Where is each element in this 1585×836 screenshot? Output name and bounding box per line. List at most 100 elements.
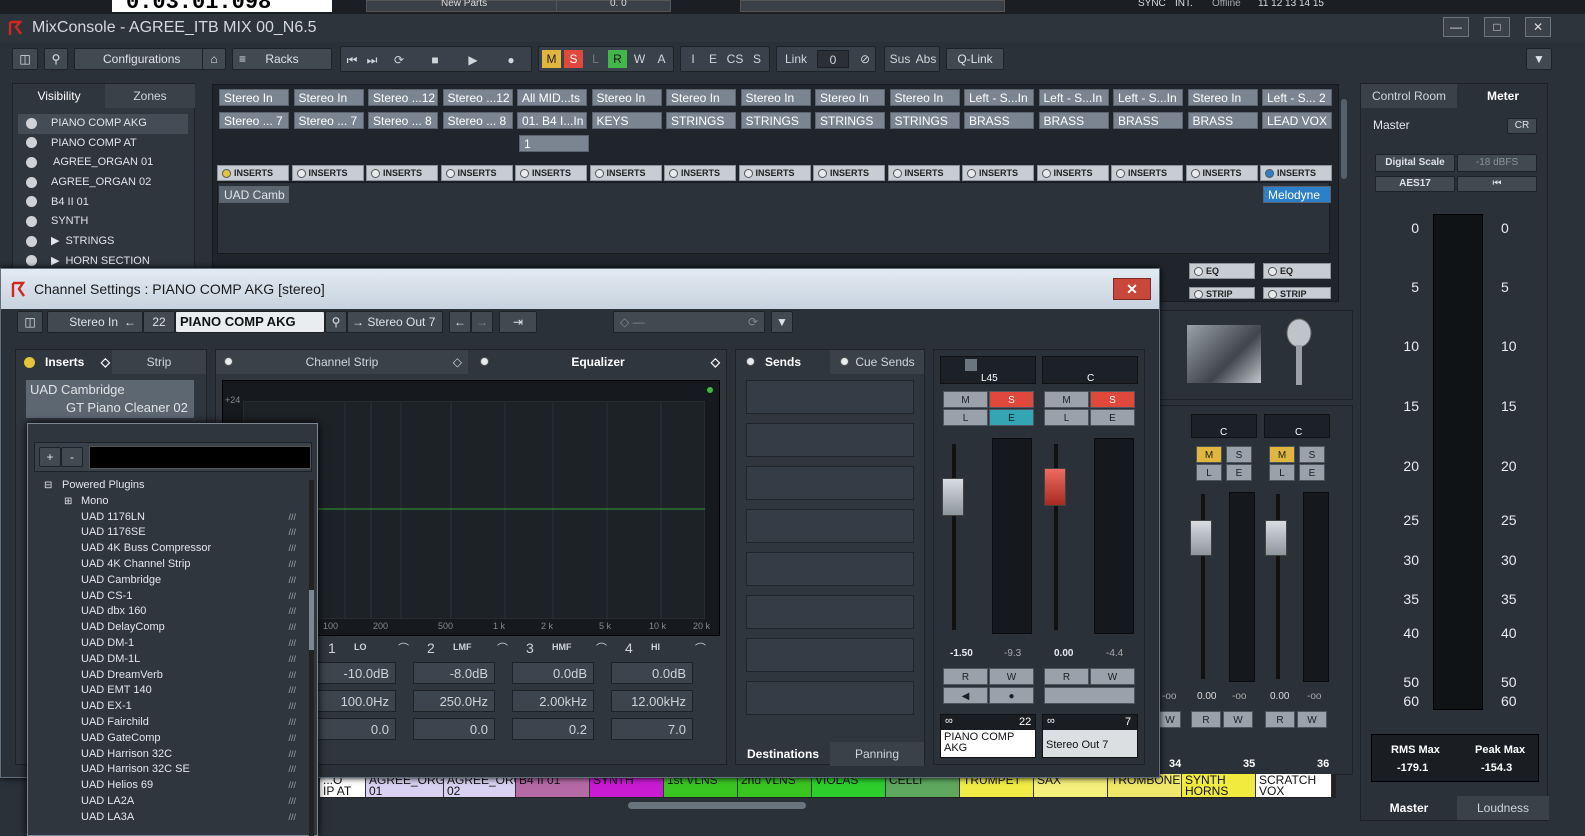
insert-active-dot[interactable] (296, 169, 306, 179)
eq-band-shape-icon[interactable]: ⌒ (596, 640, 607, 656)
sync-label[interactable]: SYNC (1138, 0, 1166, 9)
insert-slot-1[interactable]: UAD Cambridge GT Piano Cleaner 02 (26, 380, 194, 418)
visibility-item[interactable]: PIANO COMP AT (18, 134, 188, 154)
pan-display[interactable]: C (1042, 356, 1138, 384)
insert-active-dot[interactable] (1265, 169, 1274, 179)
output-routing-cell[interactable]: STRINGS (666, 112, 736, 129)
inserts-header[interactable]: INSERTS (589, 165, 662, 181)
plugin-item[interactable]: UAD EX-1 /// (28, 699, 310, 715)
input-routing-cell[interactable]: Stereo In (293, 89, 364, 106)
mute-button[interactable]: M (1196, 446, 1222, 463)
output-routing-cell[interactable]: BRASS (1187, 112, 1258, 129)
sync-selection-button[interactable]: ⇥ (499, 311, 537, 333)
channel-search-button[interactable]: ⚲ (325, 311, 347, 333)
visibility-item[interactable]: B4 II 01 (18, 193, 188, 213)
channel-settings-close-button[interactable]: ✕ (1113, 278, 1151, 300)
functions-menu-button[interactable]: ▼ (1526, 48, 1552, 70)
output-routing-cell[interactable]: KEYS (591, 112, 662, 129)
global-listen-button[interactable]: L (586, 50, 605, 68)
output-routing-cell[interactable]: BRASS (1113, 112, 1183, 129)
input-routing-cell[interactable]: Left - S... 2 (1262, 89, 1332, 106)
output-routing-cell[interactable]: Stereo ... 7 (219, 112, 289, 129)
tab-zones[interactable]: Zones (105, 84, 195, 108)
insert-active-dot[interactable] (594, 169, 604, 179)
fader-value[interactable]: 0.00 (1270, 691, 1289, 702)
eq-gain-field[interactable]: -10.0dB (314, 662, 396, 684)
inserts-header[interactable]: INSERTS (1185, 165, 1258, 181)
expand-all-button[interactable]: + (39, 447, 61, 467)
filter-s-button[interactable]: S (748, 50, 766, 68)
insert-active-dot[interactable] (1041, 169, 1051, 179)
inserts-header[interactable]: INSERTS (1036, 165, 1109, 181)
inserts-header[interactable]: INSERTS (664, 165, 736, 181)
plugin-item[interactable]: UAD Cambridge /// (28, 573, 310, 589)
tab-meter[interactable]: Meter (1457, 84, 1549, 108)
input-routing-cell[interactable]: Stereo In (740, 89, 811, 106)
monitor-button[interactable]: ◀ (943, 687, 988, 704)
tab-inserts[interactable]: Inserts ◇ (16, 350, 112, 374)
edit-button[interactable]: E (1226, 464, 1252, 481)
write-button[interactable]: W (989, 668, 1034, 685)
mute-button[interactable]: M (1044, 391, 1089, 408)
tab-loudness[interactable]: Loudness (1457, 796, 1549, 820)
go-to-end-icon[interactable]: ⏭ (365, 51, 379, 69)
fader-value[interactable]: 0.00 (1197, 691, 1216, 702)
input-routing-cell[interactable]: Left - S...In (1113, 89, 1183, 106)
inserts-header[interactable]: INSERTS (813, 165, 885, 181)
plugin-item[interactable]: UAD 1176SE /// (28, 525, 310, 541)
read-button[interactable]: R (1265, 711, 1295, 728)
collapse-icon[interactable]: ⊟ (44, 478, 52, 494)
send-slot[interactable] (746, 509, 914, 543)
inserts-header[interactable]: INSERTS (217, 165, 289, 181)
insert-active-dot[interactable] (520, 169, 529, 179)
strip-header[interactable]: STRIP (1263, 287, 1331, 300)
visibility-item[interactable]: PIANO COMP AKG (18, 114, 188, 134)
send-slot[interactable] (746, 638, 914, 672)
abs-button[interactable]: Abs (913, 50, 939, 68)
edit-button[interactable]: E (1090, 409, 1135, 426)
inserts-status-dot[interactable] (24, 357, 35, 369)
tab-visibility[interactable]: Visibility (13, 84, 105, 108)
fader-value[interactable]: -1.50 (950, 648, 973, 659)
plugin-item[interactable]: UAD dbx 160 /// (28, 604, 310, 620)
fader-handle[interactable] (1265, 520, 1287, 556)
plugin-item[interactable]: UAD DreamVerb /// (28, 668, 310, 684)
eq-header[interactable]: EQ (1263, 263, 1331, 279)
write-button[interactable]: W (1090, 668, 1135, 685)
expand-triangle-icon[interactable]: ▶ (51, 255, 59, 267)
global-a-button[interactable]: A (652, 50, 671, 68)
save-config-button[interactable]: ⌂ (202, 48, 226, 70)
previous-channel-button[interactable]: ← (449, 311, 471, 333)
insert-active-dot[interactable] (743, 169, 753, 179)
input-routing-cell[interactable]: Stereo In (219, 89, 289, 106)
output-routing-cell[interactable]: STRINGS (889, 112, 960, 129)
horizontal-scrollbar[interactable] (628, 802, 806, 809)
eq-frequency-field[interactable]: 250.0Hz (413, 690, 495, 712)
tab-cue-sends[interactable]: Cue Sends (830, 350, 924, 374)
listen-button[interactable]: L (1044, 409, 1089, 426)
channel-name-tile[interactable]: SCRATCH VOX (1256, 774, 1332, 797)
expand-triangle-icon[interactable]: ▶ (51, 235, 59, 247)
eq-band-shape-icon[interactable]: ⌒ (398, 640, 409, 656)
eq-q-field[interactable]: 0.0 (413, 718, 495, 740)
listen-button[interactable]: L (1196, 464, 1222, 481)
insert-slot-last[interactable]: Melodyne (1263, 186, 1331, 203)
tab-equalizer[interactable]: Equalizer ◇ (470, 350, 726, 374)
input-routing-cell[interactable]: Stereo In (591, 89, 662, 106)
digital-scale-button[interactable]: Digital Scale (1375, 154, 1455, 172)
visibility-folder[interactable]: ▶ STRINGS (18, 232, 188, 252)
visibility-item[interactable]: AGREE_ORGAN 01 (18, 153, 188, 173)
input-routing-cell[interactable]: Stereo In (889, 89, 960, 106)
visibility-dot-icon[interactable] (26, 156, 37, 168)
tab-control-room[interactable]: Control Room (1361, 84, 1457, 108)
input-routing-cell[interactable]: Stereo ...12 (368, 89, 438, 106)
output-routing-cell[interactable]: STRINGS (815, 112, 885, 129)
diamond-icon[interactable]: ◇ (101, 350, 110, 374)
plugin-item[interactable]: UAD Harrison 32C SE /// (28, 762, 310, 778)
plugin-item[interactable]: UAD Helios 69 /// (28, 778, 310, 794)
input-routing-cell[interactable]: Stereo In (815, 89, 885, 106)
close-window-button[interactable]: ✕ (1525, 17, 1551, 37)
tab-master[interactable]: Master (1361, 796, 1457, 820)
eq-active-led[interactable] (707, 387, 713, 393)
listen-button[interactable]: L (1269, 464, 1295, 481)
